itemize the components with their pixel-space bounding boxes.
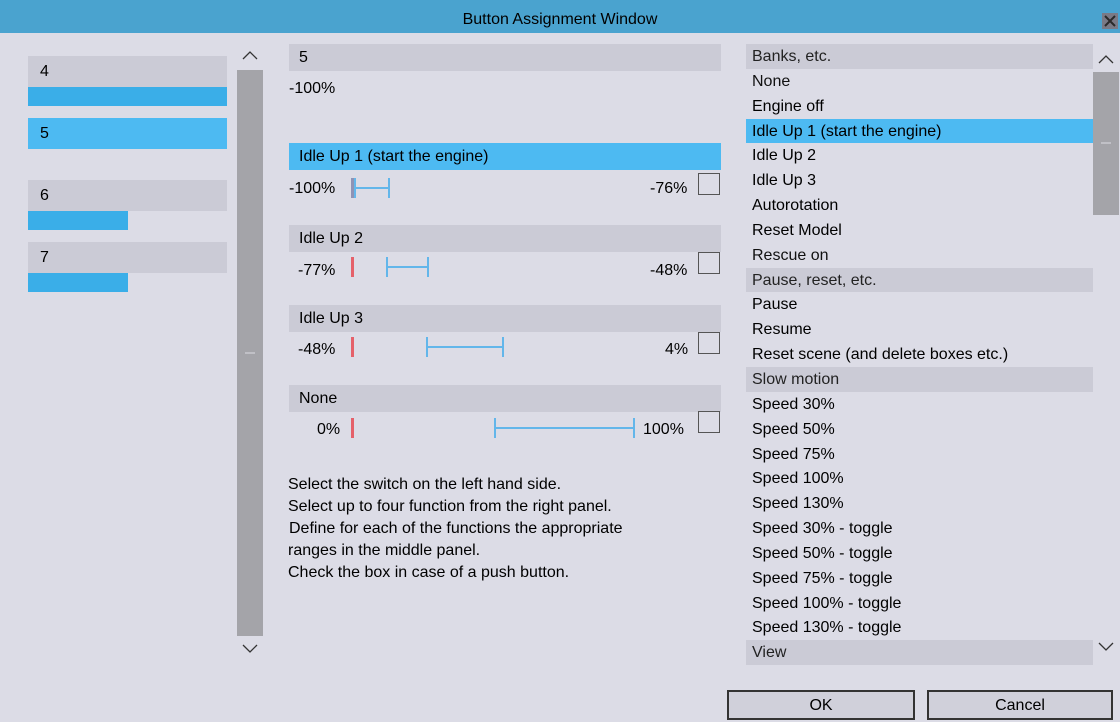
instructions: Select the switch on the left hand side.… bbox=[288, 474, 623, 584]
function-item-speed-75[interactable]: Speed 75% bbox=[746, 442, 1093, 467]
function-item-speed-130[interactable]: Speed 130% bbox=[746, 491, 1093, 516]
function-item-speed-75-toggle[interactable]: Speed 75% - toggle bbox=[746, 566, 1093, 591]
function-item-reset-model[interactable]: Reset Model bbox=[746, 218, 1093, 243]
function-item-speed-100-toggle[interactable]: Speed 100% - toggle bbox=[746, 591, 1093, 616]
switch-value-bar bbox=[28, 87, 227, 106]
switch-value-bar bbox=[28, 273, 128, 292]
function-4-current-marker bbox=[351, 418, 354, 438]
title-bar: Button Assignment Window bbox=[0, 0, 1120, 33]
function-3-max: 4% bbox=[665, 341, 689, 358]
ok-button[interactable]: OK bbox=[727, 690, 915, 720]
instruction-line: Select the switch on the left hand side. bbox=[288, 476, 562, 493]
function-item-speed-30-toggle[interactable]: Speed 30% - toggle bbox=[746, 516, 1093, 541]
function-item-none[interactable]: None bbox=[746, 69, 1093, 94]
function-3-min: -48% bbox=[298, 341, 336, 358]
instruction-line: Define for each of the functions the app… bbox=[289, 520, 623, 537]
switch-label: 4 bbox=[28, 56, 227, 87]
chevron-down-icon[interactable] bbox=[1093, 636, 1119, 658]
chevron-up-icon[interactable] bbox=[237, 44, 263, 66]
selected-switch-header: 5 bbox=[289, 44, 721, 71]
function-1-range-slider[interactable] bbox=[354, 178, 390, 198]
switch-label: 5 bbox=[28, 118, 227, 149]
function-4-range-slider[interactable] bbox=[494, 418, 635, 438]
function-item-idle-up-2[interactable]: Idle Up 2 bbox=[746, 143, 1093, 168]
chevron-down-icon[interactable] bbox=[237, 638, 263, 660]
function-1-min: -100% bbox=[289, 180, 336, 197]
function-item-speed-100[interactable]: Speed 100% bbox=[746, 466, 1093, 491]
function-item-idle-up-1-start-the-engine[interactable]: Idle Up 1 (start the engine) bbox=[746, 118, 1093, 144]
function-2-range-slider[interactable] bbox=[386, 257, 429, 277]
function-item-reset-scene-and-delete-boxes-etc[interactable]: Reset scene (and delete boxes etc.) bbox=[746, 342, 1093, 367]
switch-item-5[interactable]: 5 bbox=[28, 118, 227, 149]
switch-current-value: -100% bbox=[289, 80, 336, 97]
chevron-up-icon[interactable] bbox=[1093, 48, 1119, 70]
category-header-slow-motion: Slow motion bbox=[746, 366, 1093, 392]
function-list: Banks, etc. None Engine off Idle Up 1 (star… bbox=[746, 44, 1093, 666]
function-4-max: 100% bbox=[643, 421, 684, 438]
function-item-speed-30[interactable]: Speed 30% bbox=[746, 392, 1093, 417]
function-3-header[interactable]: Idle Up 3 bbox=[289, 305, 721, 332]
cancel-button[interactable]: Cancel bbox=[927, 690, 1113, 720]
close-icon[interactable] bbox=[1102, 13, 1118, 29]
function-2-max: -48% bbox=[650, 262, 688, 279]
function-item-speed-50[interactable]: Speed 50% bbox=[746, 417, 1093, 442]
scrollbar-thumb[interactable] bbox=[237, 70, 263, 636]
function-3-push-checkbox[interactable] bbox=[698, 332, 720, 354]
switch-item-7[interactable]: 7 bbox=[28, 242, 227, 292]
function-2-header[interactable]: Idle Up 2 bbox=[289, 225, 721, 252]
function-4-min: 0% bbox=[317, 421, 341, 438]
function-item-engine-off[interactable]: Engine off bbox=[746, 94, 1093, 119]
switch-label: 6 bbox=[28, 180, 227, 211]
category-header-banks-etc: Banks, etc. bbox=[746, 44, 1093, 69]
function-item-resume[interactable]: Resume bbox=[746, 317, 1093, 342]
function-item-speed-130-toggle[interactable]: Speed 130% - toggle bbox=[746, 615, 1093, 640]
category-header-pause-reset-etc: Pause, reset, etc. bbox=[746, 267, 1093, 293]
function-2-min: -77% bbox=[298, 262, 336, 279]
instruction-line: Check the box in case of a push button. bbox=[288, 564, 570, 581]
function-4-push-checkbox[interactable] bbox=[698, 411, 720, 433]
function-item-rescue-on[interactable]: Rescue on bbox=[746, 243, 1093, 268]
window-title: Button Assignment Window bbox=[462, 11, 658, 28]
function-1-header[interactable]: Idle Up 1 (start the engine) bbox=[289, 143, 721, 170]
function-item-speed-50-toggle[interactable]: Speed 50% - toggle bbox=[746, 541, 1093, 566]
instruction-line: Select up to four function from the righ… bbox=[288, 498, 612, 515]
function-1-push-checkbox[interactable] bbox=[698, 173, 720, 195]
function-2-current-marker bbox=[351, 257, 354, 277]
switch-value-bar bbox=[28, 211, 128, 230]
switch-list-scrollbar[interactable] bbox=[237, 44, 263, 664]
function-1-max: -76% bbox=[650, 180, 688, 197]
category-header-view: View bbox=[746, 640, 1093, 666]
scrollbar-thumb[interactable] bbox=[1093, 72, 1119, 215]
function-item-idle-up-3[interactable]: Idle Up 3 bbox=[746, 168, 1093, 193]
function-item-pause[interactable]: Pause bbox=[746, 292, 1093, 317]
function-item-autorotation[interactable]: Autorotation bbox=[746, 193, 1093, 218]
function-4-header[interactable]: None bbox=[289, 385, 721, 412]
switch-item-6[interactable]: 6 bbox=[28, 180, 227, 230]
switch-label: 7 bbox=[28, 242, 227, 273]
function-3-current-marker bbox=[351, 337, 354, 357]
function-2-push-checkbox[interactable] bbox=[698, 252, 720, 274]
instruction-line: ranges in the middle panel. bbox=[288, 542, 481, 559]
function-3-range-slider[interactable] bbox=[426, 337, 504, 357]
switch-item-4[interactable]: 4 bbox=[28, 56, 227, 106]
function-list-scrollbar[interactable] bbox=[1093, 44, 1119, 664]
